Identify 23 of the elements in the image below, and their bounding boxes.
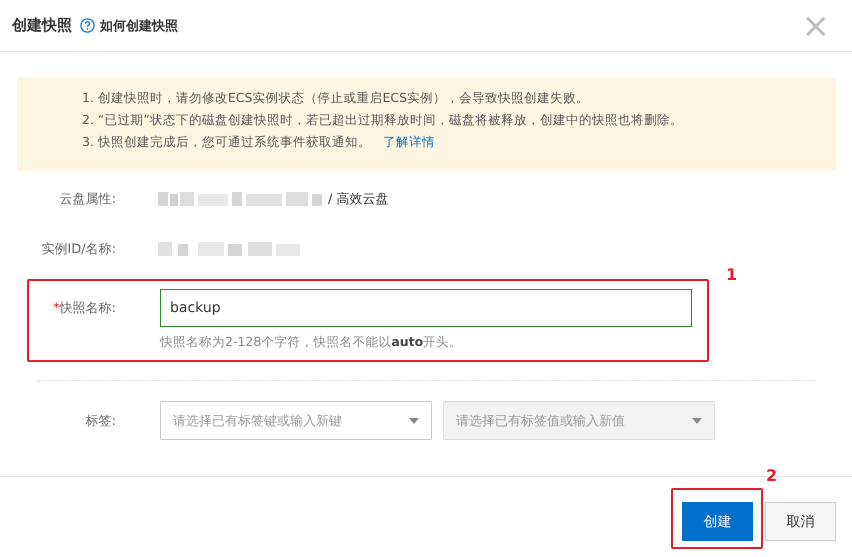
field-label: *快照名称:	[52, 300, 116, 317]
notice-text: 1. 创建快照时，请勿修改ECS实例状态（停止或重启ECS实例），会导致快照创建失败。	[82, 90, 590, 105]
field-label: 标签:	[84, 412, 116, 430]
create-button[interactable]: 创建	[682, 502, 753, 541]
tag-select[interactable]: 请选择已有标签键或输入新键	[160, 401, 432, 440]
select-placeholder: 请选择已有标签值或输入新值	[456, 412, 625, 430]
annotation-number: 1	[726, 265, 738, 284]
caret-icon	[692, 418, 702, 424]
field-label: 实例ID/名称:	[40, 241, 116, 258]
snapshot-name-field[interactable]: backup	[160, 289, 692, 327]
dialog-title: 创建快照	[12, 16, 72, 35]
cancel-button[interactable]: 取消	[765, 502, 836, 541]
notice-text: 2. “已过期”状态下的磁盘创建快照时，若已超出过期释放时间，磁盘将被释放，创建中的快照也将删除。	[82, 112, 683, 127]
details-link[interactable]: 了解详情	[382, 134, 435, 149]
disk-type: / 高效云盘	[328, 191, 389, 208]
field-label: 云盘属性:	[58, 191, 116, 208]
select-placeholder: 请选择已有标签键或输入新键	[173, 412, 342, 430]
field-hint: 快照名称为2-128个字符，快照名不能以auto开头。	[160, 334, 464, 351]
annotation-number: 2	[766, 466, 778, 485]
notice-text: 3. 快照创建完成后，您可通过系统事件获取通知。	[82, 134, 371, 149]
help-link[interactable]: 如何创建快照	[100, 16, 178, 34]
help-icon[interactable]	[80, 18, 95, 33]
caret-icon	[409, 418, 419, 424]
